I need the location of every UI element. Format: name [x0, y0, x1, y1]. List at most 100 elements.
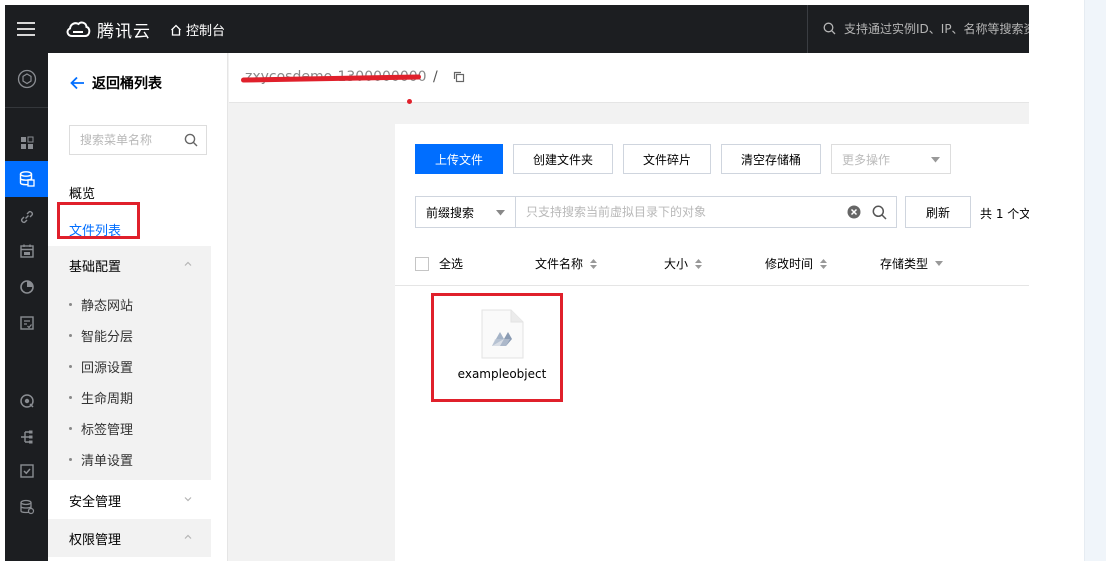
search-icon — [823, 22, 836, 35]
tencent-cloud-logo[interactable]: 腾讯云 — [65, 16, 151, 42]
back-to-bucket-list-button[interactable]: 返回桶列表 — [70, 73, 162, 93]
filter-caret-icon[interactable] — [935, 260, 944, 267]
chevron-up-icon — [184, 534, 192, 539]
file-list-panel: 上传文件 创建文件夹 文件碎片 清空存储桶 更多操作 前缀搜索 刷新 — [395, 124, 1029, 561]
more-actions-label: 更多操作 — [842, 152, 891, 167]
sidebar-item-lifecycle[interactable]: 生命周期 — [69, 388, 133, 407]
checkbox[interactable] — [415, 256, 429, 271]
calendar-icon — [19, 244, 34, 258]
bullet-dot — [69, 334, 72, 337]
bullet-dot — [69, 396, 72, 399]
link-icon — [20, 210, 33, 224]
check-box-icon — [19, 464, 34, 478]
sidebar-item-inventory-settings[interactable]: 清单设置 — [69, 450, 133, 469]
total-count: 共 1 个文 — [980, 207, 1029, 221]
upload-file-button[interactable]: 上传文件 — [415, 144, 503, 174]
more-actions-dropdown[interactable]: 更多操作 — [831, 144, 951, 174]
rail-grid[interactable] — [5, 125, 48, 161]
bullet-dot — [69, 458, 72, 461]
column-label: 文件名称 — [535, 257, 584, 271]
bucket-sidebar: 返回桶列表 概览 文件列表 基础配置 静态网站 智能分层 回源设置 生命周期 — [48, 53, 228, 561]
column-label: 大小 — [664, 257, 689, 271]
menu-search-input[interactable] — [80, 133, 180, 147]
hamburger-menu-icon[interactable] — [15, 18, 37, 40]
console-home-link[interactable]: 控制台 — [170, 20, 225, 39]
sidebar-item-origin-settings[interactable]: 回源设置 — [69, 357, 133, 376]
search-mode-label: 前缀搜索 — [426, 205, 475, 220]
flow-icon — [20, 430, 32, 444]
object-search-input[interactable] — [526, 205, 826, 219]
group-label: 基础配置 — [69, 259, 122, 275]
menu-search-box — [69, 125, 207, 155]
select-all-checkbox[interactable]: 全选 — [415, 255, 463, 272]
file-highlight-box — [431, 293, 563, 402]
product-icon-rail — [5, 53, 48, 561]
search-icon[interactable] — [872, 205, 887, 223]
clear-bucket-button[interactable]: 清空存储桶 — [721, 144, 821, 174]
cube-icon — [17, 69, 36, 89]
eye-icon — [19, 394, 34, 408]
home-icon — [171, 24, 181, 36]
copy-icon[interactable] — [453, 71, 465, 86]
column-label: 修改时间 — [765, 257, 814, 271]
arrow-left-icon — [70, 76, 84, 90]
right-blank-pane — [1029, 0, 1106, 561]
sidebar-group-security[interactable]: 安全管理 — [48, 481, 211, 519]
sidebar-group-permissions[interactable]: 权限管理 — [48, 519, 211, 557]
console-frame: 腾讯云 控制台 支持通过实例ID、IP、名称等搜索资 返回桶列表 搜索菜单名称 … — [5, 5, 1029, 561]
file-list-highlight-box — [57, 202, 140, 239]
sidebar-group-basic-config[interactable]: 基础配置 — [48, 246, 211, 284]
submenu-label: 清单设置 — [81, 454, 134, 469]
rail-link[interactable] — [5, 199, 48, 235]
create-folder-button[interactable]: 创建文件夹 — [513, 144, 613, 174]
submenu-label: 标签管理 — [81, 423, 134, 438]
chevron-up-icon — [184, 261, 192, 266]
grid-icon — [20, 136, 33, 149]
column-storage-class[interactable]: 存储类型 — [880, 255, 944, 272]
basic-config-submenu: 静态网站 智能分层 回源设置 生命周期 标签管理 清单设置 — [48, 283, 211, 480]
database-icon — [19, 499, 34, 515]
sidebar-item-static-website[interactable]: 静态网站 — [69, 295, 133, 314]
right-edge-strip — [1084, 0, 1106, 561]
back-label: 返回桶列表 — [92, 76, 162, 92]
cloud-logo-icon — [66, 21, 91, 37]
menu-search-icon[interactable] — [184, 133, 198, 147]
column-label: 存储类型 — [880, 257, 929, 271]
group-label: 权限管理 — [69, 532, 122, 548]
sort-icon[interactable] — [695, 258, 703, 269]
file-fragments-button[interactable]: 文件碎片 — [623, 144, 711, 174]
pie-chart-icon — [19, 280, 34, 294]
rail-pie[interactable] — [5, 269, 48, 305]
sidebar-item-tag-management[interactable]: 标签管理 — [69, 419, 133, 438]
rail-eye[interactable] — [5, 383, 48, 419]
caret-down-icon — [496, 210, 505, 216]
rail-storage[interactable] — [5, 161, 48, 197]
column-size[interactable]: 大小 — [664, 255, 703, 272]
column-file-name[interactable]: 文件名称 — [535, 255, 598, 272]
object-search-box — [516, 196, 897, 228]
sidebar-item-overview[interactable]: 概览 — [69, 183, 95, 202]
submenu-label: 回源设置 — [81, 361, 134, 376]
console-label: 控制台 — [186, 24, 226, 39]
rail-database[interactable] — [5, 489, 48, 525]
rail-check[interactable] — [5, 453, 48, 489]
chevron-down-icon — [184, 497, 192, 502]
clear-icon[interactable] — [847, 205, 861, 222]
search-filter: 前缀搜索 — [415, 196, 897, 228]
logo-text: 腾讯云 — [97, 21, 151, 42]
sidebar-item-intelligent-tiering[interactable]: 智能分层 — [69, 326, 133, 345]
file-table-header: 全选 文件名称 大小 修改时间 存储类型 — [395, 242, 1029, 286]
refresh-button[interactable]: 刷新 — [905, 196, 971, 228]
global-search[interactable]: 支持通过实例ID、IP、名称等搜索资 — [823, 20, 1029, 37]
submenu-label: 静态网站 — [81, 299, 134, 314]
rail-calendar[interactable] — [5, 233, 48, 269]
topbar-divider — [807, 5, 808, 53]
rail-flow[interactable] — [5, 419, 48, 455]
column-modified-time[interactable]: 修改时间 — [765, 255, 828, 272]
search-mode-select[interactable]: 前缀搜索 — [415, 196, 516, 228]
rail-document[interactable] — [5, 305, 48, 341]
sort-icon[interactable] — [590, 258, 598, 269]
rail-cube[interactable] — [5, 61, 48, 97]
sort-icon[interactable] — [820, 258, 828, 269]
bullet-dot — [69, 365, 72, 368]
